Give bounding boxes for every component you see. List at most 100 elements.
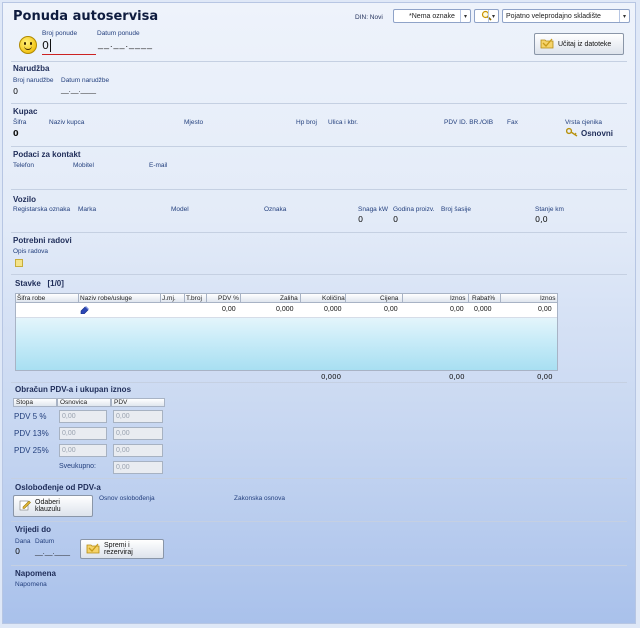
pdv13-iznos[interactable]: 0,00	[113, 427, 163, 440]
stanje-km-value[interactable]: 0,0	[535, 215, 548, 224]
search-button[interactable]: ▾	[474, 9, 499, 23]
datum-ponude-input[interactable]: __.__.____	[98, 39, 158, 53]
col-sifra-robe[interactable]: Šifra robe	[17, 295, 45, 302]
col-stopa: Stopa	[13, 398, 57, 407]
ulica-label: Ulica i kbr.	[328, 119, 358, 126]
vrijedi-datum-label: Datum	[35, 538, 55, 545]
chevron-down-icon: ▾	[488, 10, 498, 22]
col-iznos2[interactable]: Iznos	[540, 295, 556, 302]
folder-icon	[540, 37, 554, 51]
radovi-title: Potrebni radovi	[13, 236, 72, 245]
hp-broj-label: Hp broj	[296, 119, 317, 126]
pdv5-iznos[interactable]: 0,00	[113, 410, 163, 423]
napomena-textarea[interactable]	[15, 591, 627, 619]
total-kolicina: 0,000	[321, 373, 342, 381]
col-kolicina[interactable]: Količina	[322, 295, 345, 302]
opis-radova-label: Opis radova	[13, 248, 49, 255]
tag-select[interactable]: *Nema oznake ▾	[393, 9, 471, 23]
divider	[11, 103, 627, 104]
naziv-kupca-label: Naziv kupca	[49, 119, 85, 126]
sveukupno-value[interactable]: 0,00	[113, 461, 163, 474]
vozilo-title: Vozilo	[13, 195, 36, 204]
datum-ponude-label: Datum ponude	[97, 30, 140, 37]
zakonska-osnova-label: Zakonska osnova	[234, 495, 285, 502]
row-iznos2[interactable]: 0,00	[538, 306, 552, 313]
pdv13-osnovica[interactable]: 0,00	[59, 427, 107, 440]
row-pdv[interactable]: 0,00	[222, 306, 236, 313]
row-kolicina[interactable]: 0,000	[324, 306, 342, 313]
spremi-rezerviraj-label: Spremi i rezerviraj	[104, 542, 133, 556]
mjesto-label: Mjesto	[184, 119, 204, 126]
godina-value[interactable]: 0	[393, 215, 398, 224]
divider	[11, 232, 627, 233]
divider	[11, 382, 627, 383]
odaberi-klauzulu-button[interactable]: Odaberi klauzulu	[13, 495, 93, 517]
table-row[interactable]: 0,00 0,000 0,000 0,00 0,00 0,000 0,00	[16, 303, 557, 318]
snaga-value[interactable]: 0	[358, 215, 363, 224]
pdv25-osnovica[interactable]: 0,00	[59, 444, 107, 457]
vrsta-cjenika-field[interactable]: Osnovni	[565, 127, 613, 139]
broj-ponude-label: Broj ponude	[42, 30, 78, 37]
dana-label: Dana	[15, 538, 31, 545]
oib-label: PDV ID. BR./OIB	[444, 119, 494, 126]
col-cijena[interactable]: Cijena	[380, 295, 398, 302]
datum-narudzbe-input[interactable]: __.__.____	[61, 87, 96, 94]
tag-select-value: *Nema oznake	[409, 12, 455, 20]
row-iznos[interactable]: 0,00	[450, 306, 464, 313]
mobitel-label: Mobitel	[73, 162, 94, 169]
email-label: E-mail	[149, 162, 168, 169]
pdv5-label: PDV 5 %	[14, 412, 47, 421]
kupac-sifra-value[interactable]: 0	[13, 129, 19, 138]
col-zaliha[interactable]: Zaliha	[280, 295, 298, 302]
stavke-grid-body[interactable]: 0,00 0,000 0,000 0,00 0,00 0,000 0,00	[15, 303, 558, 371]
col-pdv[interactable]: PDV %	[218, 295, 239, 302]
broj-ponude-input[interactable]: 0	[42, 39, 96, 55]
col-rabat[interactable]: Rabat%	[472, 295, 495, 302]
snaga-label: Snaga kW	[358, 206, 388, 213]
app-window: Ponuda autoservisa DIN: Novi *Nema oznak…	[2, 2, 636, 624]
pdv25-label: PDV 25%	[14, 446, 49, 455]
stavke-title-text: Stavke	[15, 279, 41, 288]
pdv25-iznos[interactable]: 0,00	[113, 444, 163, 457]
dana-value[interactable]: 0	[15, 547, 20, 556]
model-label: Model	[171, 206, 189, 213]
col-pdv-iznos: PDV	[111, 398, 165, 407]
telefon-label: Telefon	[13, 162, 34, 169]
col-iznos[interactable]: Iznos	[450, 295, 466, 302]
divider	[11, 61, 627, 62]
divider	[11, 521, 627, 522]
kontakt-title: Podaci za kontakt	[13, 150, 81, 159]
row-zaliha[interactable]: 0,000	[276, 306, 294, 313]
total-iznos2: 0,00	[537, 373, 553, 381]
col-jmj[interactable]: J.mj.	[162, 295, 176, 302]
narudzba-title: Narudžba	[13, 64, 50, 73]
note-icon[interactable]	[15, 259, 23, 267]
godina-label: Godina proizv.	[393, 206, 435, 213]
row-rabat[interactable]: 0,000	[474, 306, 492, 313]
row-cijena[interactable]: 0,00	[384, 306, 398, 313]
osnov-oslobodjenja-label: Osnov oslobođenja	[99, 495, 155, 502]
reg-oznaka-label: Registarska oznaka	[13, 206, 71, 213]
napomena-label: Napomena	[15, 581, 47, 588]
pdv5-osnovica[interactable]: 0,00	[59, 410, 107, 423]
page-title: Ponuda autoservisa	[13, 9, 159, 24]
broj-sasije-label: Broj šasije	[441, 206, 471, 213]
divider	[11, 274, 627, 275]
warehouse-select[interactable]: Pojatno veleprodajno skladište ▾	[502, 9, 630, 23]
spremi-rezerviraj-button[interactable]: Spremi i rezerviraj	[80, 539, 164, 559]
edit-row-icon[interactable]	[80, 305, 90, 316]
fax-label: Fax	[507, 119, 518, 126]
load-from-file-button[interactable]: Učitaj iz datoteke	[534, 33, 624, 55]
pencil-icon	[19, 499, 31, 513]
obracun-title: Obračun PDV-a i ukupan iznos	[15, 385, 132, 394]
datum-narudzbe-label: Datum narudžbe	[61, 77, 110, 84]
vrijedi-datum-input[interactable]: __.__.____	[35, 549, 70, 556]
marka-label: Marka	[78, 206, 97, 213]
pdv13-label: PDV 13%	[14, 429, 49, 438]
divider	[11, 146, 627, 147]
divider	[11, 565, 627, 566]
col-tbroj[interactable]: T.broj	[186, 295, 202, 302]
col-naziv[interactable]: Naziv robe/usluge	[80, 295, 132, 302]
din-label: DIN: Novi	[355, 14, 383, 21]
broj-narudzbe-value[interactable]: 0	[13, 87, 18, 96]
